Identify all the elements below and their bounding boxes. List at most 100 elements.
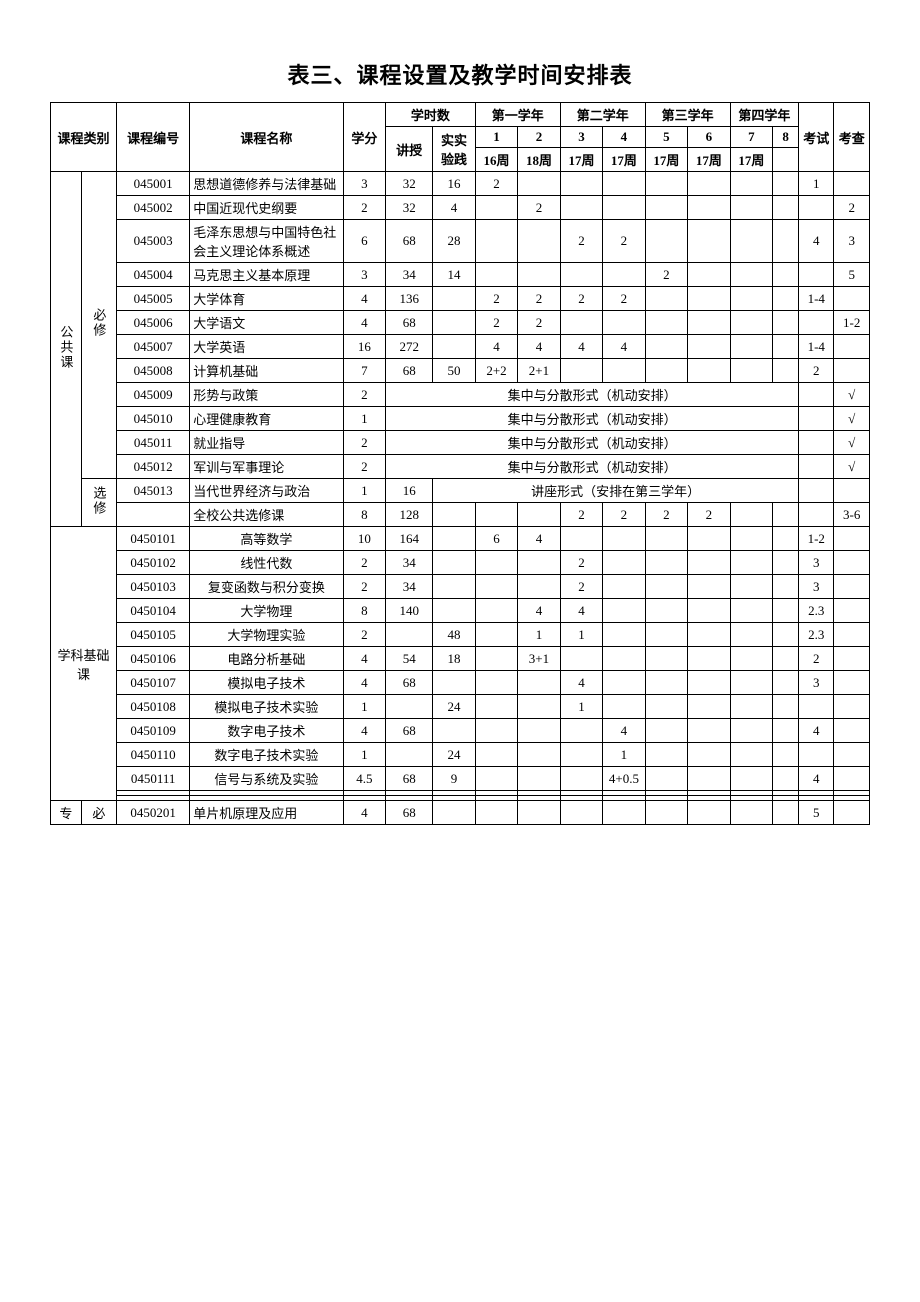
sem2 <box>518 695 560 719</box>
sem7 <box>730 599 772 623</box>
sem1 <box>475 623 517 647</box>
sem1 <box>475 671 517 695</box>
sem6 <box>688 575 730 599</box>
lecture-hours: 32 <box>386 196 433 220</box>
course-number: 045004 <box>117 263 190 287</box>
course-name: 军训与军事理论 <box>190 455 343 479</box>
course-name: 大学体育 <box>190 287 343 311</box>
sem5 <box>645 359 687 383</box>
table-row: 0450105大学物理实验248112.3 <box>51 623 870 647</box>
table-row: 045003毛泽东思想与中国特色社会主义理论体系概述668282243 <box>51 220 870 263</box>
sem8 <box>773 599 799 623</box>
sem5 <box>645 172 687 196</box>
course-name: 模拟电子技术 <box>190 671 343 695</box>
sem1 <box>475 647 517 671</box>
sem4: 2 <box>603 220 645 263</box>
course-name: 思想道德修养与法律基础 <box>190 172 343 196</box>
category-cell: 公共课 <box>51 172 82 527</box>
th-w4: 17周 <box>603 148 645 172</box>
lab-hours: 24 <box>433 695 475 719</box>
sem6 <box>688 263 730 287</box>
sem6 <box>688 287 730 311</box>
exam: 2.3 <box>799 599 834 623</box>
sem2 <box>518 801 560 825</box>
th-sem2: 2 <box>518 127 560 148</box>
sem2: 3+1 <box>518 647 560 671</box>
sem1 <box>475 196 517 220</box>
lab-hours: 14 <box>433 263 475 287</box>
course-name: 大学物理 <box>190 599 343 623</box>
sem7 <box>730 575 772 599</box>
sem1 <box>475 503 517 527</box>
course-number: 045010 <box>117 407 190 431</box>
credit: 7 <box>343 359 385 383</box>
exam: 3 <box>799 551 834 575</box>
check <box>834 335 870 359</box>
exam <box>799 407 834 431</box>
lecture-hours: 272 <box>386 335 433 359</box>
th-sem1: 1 <box>475 127 517 148</box>
sem7 <box>730 695 772 719</box>
sem3: 2 <box>560 220 602 263</box>
course-number: 0450108 <box>117 695 190 719</box>
lecture-hours: 32 <box>386 172 433 196</box>
sem4 <box>603 527 645 551</box>
lab-hours <box>433 719 475 743</box>
course-number: 0450201 <box>117 801 190 825</box>
check: 3-6 <box>834 503 870 527</box>
sem5 <box>645 551 687 575</box>
table-row: 045006大学语文468221-2 <box>51 311 870 335</box>
sem5 <box>645 801 687 825</box>
lecture-hours: 68 <box>386 311 433 335</box>
check <box>834 551 870 575</box>
sem3: 2 <box>560 287 602 311</box>
sem3 <box>560 263 602 287</box>
th-year1: 第一学年 <box>475 103 560 127</box>
lab-hours: 28 <box>433 220 475 263</box>
th-check: 考查 <box>834 103 870 172</box>
sem8 <box>773 551 799 575</box>
lab-hours <box>433 801 475 825</box>
exam: 2 <box>799 359 834 383</box>
sem4 <box>603 671 645 695</box>
check: √ <box>834 431 870 455</box>
credit: 4 <box>343 287 385 311</box>
sem4 <box>603 172 645 196</box>
sem6 <box>688 172 730 196</box>
sem5: 2 <box>645 263 687 287</box>
sem6 <box>688 743 730 767</box>
sem6 <box>688 719 730 743</box>
sem3 <box>560 719 602 743</box>
table-row: 0450106电路分析基础454183+12 <box>51 647 870 671</box>
exam <box>799 743 834 767</box>
check <box>834 172 870 196</box>
sem1 <box>475 551 517 575</box>
category-cell: 学科基础课 <box>51 527 117 801</box>
sem2: 2 <box>518 311 560 335</box>
subcategory-cell: 选修 <box>81 479 116 527</box>
table-row: 0450104大学物理8140442.3 <box>51 599 870 623</box>
sem4 <box>603 575 645 599</box>
th-lab: 实实验践 <box>433 127 475 172</box>
exam: 3 <box>799 575 834 599</box>
lecture-hours: 68 <box>386 220 433 263</box>
lab-hours <box>433 287 475 311</box>
sem3 <box>560 196 602 220</box>
sem1 <box>475 743 517 767</box>
sem7 <box>730 172 772 196</box>
sem3: 2 <box>560 575 602 599</box>
sem3 <box>560 801 602 825</box>
sem4 <box>603 801 645 825</box>
sem3: 2 <box>560 551 602 575</box>
credit: 2 <box>343 455 385 479</box>
sem7 <box>730 527 772 551</box>
lecture-hours: 68 <box>386 801 433 825</box>
course-name: 大学语文 <box>190 311 343 335</box>
sem3 <box>560 767 602 791</box>
sem8 <box>773 359 799 383</box>
table-row: 学科基础课0450101高等数学10164641-2 <box>51 527 870 551</box>
check: 2 <box>834 196 870 220</box>
lab-hours: 4 <box>433 196 475 220</box>
th-year2: 第二学年 <box>560 103 645 127</box>
sem8 <box>773 575 799 599</box>
